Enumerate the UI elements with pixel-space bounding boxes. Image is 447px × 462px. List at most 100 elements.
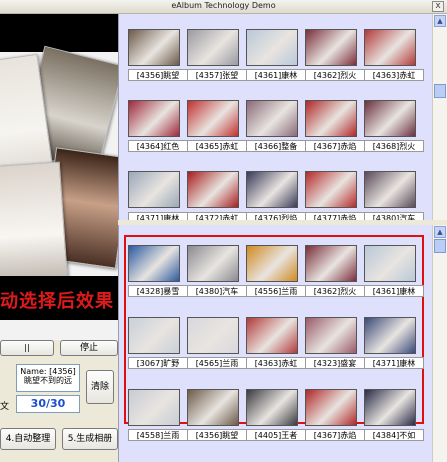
photo-label: [4365]赤虹	[187, 140, 247, 152]
photo-thumbnail[interactable]	[187, 317, 239, 354]
photo-thumbnail[interactable]	[364, 245, 416, 282]
photo-thumbnail[interactable]	[246, 100, 298, 137]
photo-label: [4377]赤焰	[305, 212, 365, 220]
photo-cell[interactable]: [4364]红色	[128, 100, 188, 157]
photo-cell[interactable]: [4558]兰雨	[128, 389, 188, 446]
photo-thumbnail[interactable]	[128, 29, 180, 66]
photo-thumbnail[interactable]	[187, 100, 239, 137]
photo-cell[interactable]: [4405]王者	[246, 389, 306, 446]
photo-label: [4364]红色	[128, 140, 188, 152]
photo-thumbnail[interactable]	[246, 245, 298, 282]
photo-label: [4380]汽车	[364, 212, 424, 220]
photo-label: [4380]汽车	[187, 285, 247, 297]
photo-cell[interactable]: [4356]眺望	[187, 389, 247, 446]
photo-cell[interactable]: [4363]赤虹	[364, 29, 424, 86]
photo-cell[interactable]: [4384]不如	[364, 389, 424, 446]
photo-thumbnail[interactable]	[364, 171, 416, 208]
photo-label: [4361]康林	[364, 285, 424, 297]
photo-cell[interactable]: [4556]兰雨	[246, 245, 306, 302]
photo-thumbnail[interactable]	[187, 389, 239, 426]
photo-label: [4366]整备	[246, 140, 306, 152]
photo-thumbnail[interactable]	[364, 389, 416, 426]
clear-button[interactable]: 清除	[86, 370, 114, 404]
photo-cell[interactable]: [4366]整备	[246, 100, 306, 157]
photo-cell[interactable]: [4362]烈火	[305, 245, 365, 302]
photo-thumbnail[interactable]	[187, 245, 239, 282]
photo-label: [4372]赤虹	[187, 212, 247, 220]
photo-label: [4565]兰雨	[187, 357, 247, 369]
scroll-thumb[interactable]	[434, 84, 446, 98]
photo-label: [4328]暴雪	[128, 285, 188, 297]
photo-label: [3067]旷野	[128, 357, 188, 369]
photo-thumbnail[interactable]	[305, 171, 357, 208]
photo-thumbnail[interactable]	[364, 29, 416, 66]
photo-label: [4367]赤焰	[305, 429, 365, 441]
photo-cell[interactable]: [4380]汽车	[187, 245, 247, 302]
photo-cell[interactable]: [4365]赤虹	[187, 100, 247, 157]
photo-card	[0, 161, 69, 287]
scroll-thumb[interactable]	[434, 239, 446, 253]
photo-label: [4376]烈焰	[246, 212, 306, 220]
photo-label: [4356]眺望	[187, 429, 247, 441]
photo-label: [4384]不如	[364, 429, 424, 441]
photo-thumbnail[interactable]	[364, 317, 416, 354]
photo-thumbnail[interactable]	[305, 29, 357, 66]
photo-thumbnail[interactable]	[246, 171, 298, 208]
scroll-up-arrow-icon[interactable]: ▲	[434, 15, 446, 27]
photo-cell[interactable]: [4361]康林	[364, 245, 424, 302]
close-button[interactable]: x	[432, 1, 444, 12]
photo-thumbnail[interactable]	[305, 245, 357, 282]
photo-cell[interactable]: [4371]康林	[364, 317, 424, 374]
photo-cell[interactable]: [4565]兰雨	[187, 317, 247, 374]
photo-cell[interactable]: [4356]眺望	[128, 29, 188, 86]
photo-thumbnail[interactable]	[128, 389, 180, 426]
photo-cell[interactable]: [3067]旷野	[128, 317, 188, 374]
album-preview: 动选择后效果	[0, 14, 118, 340]
photo-thumbnail[interactable]	[305, 317, 357, 354]
photo-label: [4362]烈火	[305, 69, 365, 81]
photo-cell[interactable]: [4361]康林	[246, 29, 306, 86]
stop-button[interactable]: 停止	[60, 340, 118, 356]
photo-thumbnail[interactable]	[187, 29, 239, 66]
photo-thumbnail[interactable]	[246, 389, 298, 426]
photo-thumbnail[interactable]	[305, 389, 357, 426]
selected-photos-grid: [4328]暴雪 [4380]汽车 [4556]兰雨 [4362]烈火 [4361]康林…	[118, 225, 432, 462]
app-window: eAlbum Technology Demo x 动选择后效果 [4356]眺望…	[0, 0, 447, 462]
photo-cell[interactable]: [4328]暴雪	[128, 245, 188, 302]
auto-arrange-button[interactable]: 4.自动整理	[0, 428, 56, 450]
photo-label: [4363]赤虹	[364, 69, 424, 81]
photo-thumbnail[interactable]	[128, 317, 180, 354]
photo-cell[interactable]: [4357]张望	[187, 29, 247, 86]
top-grid-scrollbar[interactable]: ▲	[432, 14, 447, 220]
photo-thumbnail[interactable]	[128, 171, 180, 208]
photo-thumbnail[interactable]	[187, 171, 239, 208]
photo-label: [4558]兰雨	[128, 429, 188, 441]
photo-label: [4323]盛宴	[305, 357, 365, 369]
photo-thumbnail[interactable]	[128, 100, 180, 137]
photo-label: [4367]赤焰	[305, 140, 365, 152]
photo-label: [4361]康林	[246, 69, 306, 81]
generate-album-button[interactable]: 5.生成相册	[62, 428, 118, 450]
photo-label: [4405]王者	[246, 429, 306, 441]
title-bar: eAlbum Technology Demo x	[0, 0, 447, 14]
caption-strip: 动选择后效果	[0, 276, 118, 320]
photo-cell[interactable]: [4362]烈火	[305, 29, 365, 86]
photo-cell[interactable]: [4367]赤焰	[305, 389, 365, 446]
photo-thumbnail[interactable]	[128, 245, 180, 282]
photo-label: [4356]眺望	[128, 69, 188, 81]
bottom-grid-scrollbar[interactable]: ▲	[432, 225, 447, 462]
photo-count: 30/30	[16, 395, 80, 413]
scroll-up-arrow-icon[interactable]: ▲	[434, 226, 446, 238]
pause-button[interactable]: ||	[0, 340, 54, 356]
photo-cell[interactable]: [4368]烈火	[364, 100, 424, 157]
preview-header-band	[0, 14, 118, 52]
photo-cell[interactable]: [4363]赤虹	[246, 317, 306, 374]
photo-cell[interactable]: [4323]盛宴	[305, 317, 365, 374]
photo-cell[interactable]: [4367]赤焰	[305, 100, 365, 157]
photo-library-grid: [4356]眺望 [4357]张望 [4361]康林 [4362]烈火 [4363]赤虹…	[118, 14, 432, 220]
photo-thumbnail[interactable]	[246, 317, 298, 354]
photo-thumbnail[interactable]	[364, 100, 416, 137]
photo-thumbnail[interactable]	[246, 29, 298, 66]
photo-thumbnail[interactable]	[305, 100, 357, 137]
photo-label: [4556]兰雨	[246, 285, 306, 297]
